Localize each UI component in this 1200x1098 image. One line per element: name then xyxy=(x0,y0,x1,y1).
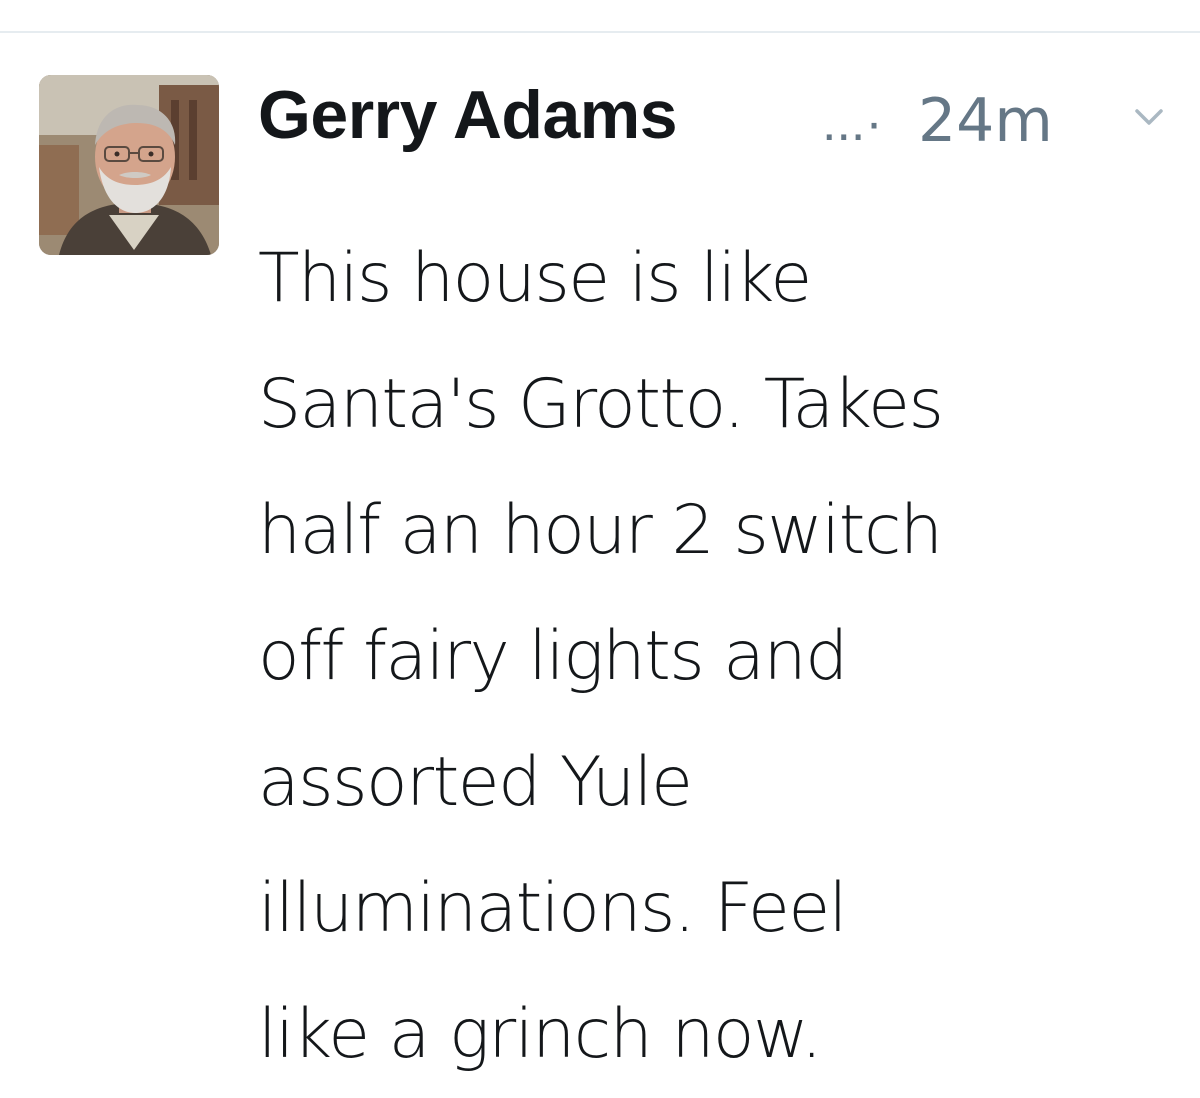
avatar[interactable] xyxy=(39,75,219,255)
tweet-text-line: assorted Yule xyxy=(258,743,693,822)
tweet-text-line: like a grinch now. xyxy=(258,995,823,1074)
tweet-text: This house is like Santa's Grotto. Takes… xyxy=(258,216,1178,1098)
author-display-name[interactable]: Gerry Adams xyxy=(258,75,678,155)
tweet-text-line: illuminations. Feel xyxy=(258,869,848,948)
tweet-timestamp[interactable]: 24m xyxy=(918,81,1053,161)
chevron-down-icon[interactable] xyxy=(1131,99,1167,135)
tweet-text-line: This house is like xyxy=(258,239,812,318)
tweet-text-line: off fairy lights and xyxy=(258,617,848,696)
tweet[interactable]: Gerry Adams ...· 24m This house is like … xyxy=(0,33,1200,1091)
author-handle-truncated[interactable]: ...· xyxy=(822,83,883,163)
meta-separator: · xyxy=(865,94,883,152)
tweet-text-line: half an hour 2 switch xyxy=(258,491,943,570)
avatar-photo xyxy=(39,75,219,255)
tweet-header: Gerry Adams ...· 24m xyxy=(258,71,1178,181)
tweet-text-line: Santa's Grotto. Takes xyxy=(258,365,944,444)
